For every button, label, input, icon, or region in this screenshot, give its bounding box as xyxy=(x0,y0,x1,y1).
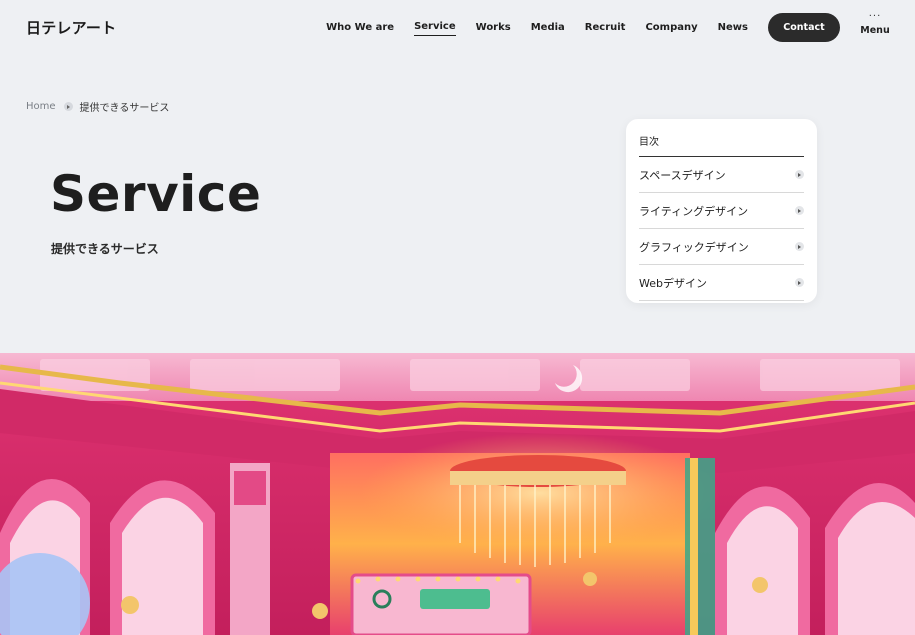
menu-button[interactable]: ··· Menu xyxy=(860,11,890,37)
chevron-right-icon xyxy=(795,170,804,179)
nav-media[interactable]: Media xyxy=(531,22,565,36)
chevron-right-icon xyxy=(795,242,804,251)
page-subtitle: 提供できるサービス xyxy=(51,242,159,256)
nav-service[interactable]: Service xyxy=(414,21,456,36)
nav-recruit[interactable]: Recruit xyxy=(585,22,626,36)
more-dots-icon: ··· xyxy=(868,11,882,22)
nav-who-we-are[interactable]: Who We are xyxy=(326,22,394,36)
hero-image-studio-set xyxy=(0,353,915,635)
chevron-right-icon xyxy=(63,102,73,111)
toc-item-label: Webデザイン xyxy=(639,276,707,290)
menu-label: Menu xyxy=(860,25,890,36)
breadcrumb-current: 提供できるサービス xyxy=(79,103,170,114)
table-of-contents: 目次 スペースデザイン ライティングデザイン グラフィックデザイン Webデザイ… xyxy=(626,119,817,303)
breadcrumb-home[interactable]: Home xyxy=(26,101,56,112)
chevron-right-icon xyxy=(795,278,804,287)
toc-item-label: ライティングデザイン xyxy=(639,204,749,218)
toc-item-graphic-design[interactable]: グラフィックデザイン xyxy=(639,229,804,265)
contact-button[interactable]: Contact xyxy=(768,13,840,42)
toc-item-web-design[interactable]: Webデザイン xyxy=(639,265,804,301)
nav-company[interactable]: Company xyxy=(645,22,697,36)
toc-item-label: スペースデザイン xyxy=(639,168,726,182)
chevron-right-icon xyxy=(795,206,804,215)
page-title: Service xyxy=(50,165,262,223)
toc-item-space-design[interactable]: スペースデザイン xyxy=(639,157,804,193)
nav-works[interactable]: Works xyxy=(476,22,511,36)
site-header: 日テレアート Who We are Service Works Media Re… xyxy=(0,0,915,56)
studio-set-illustration xyxy=(0,353,915,635)
main-nav: Who We are Service Works Media Recruit C… xyxy=(306,21,748,36)
site-logo[interactable]: 日テレアート xyxy=(26,17,116,38)
toc-title: 目次 xyxy=(639,133,804,157)
toc-item-lighting-design[interactable]: ライティングデザイン xyxy=(639,193,804,229)
toc-item-label: グラフィックデザイン xyxy=(639,240,749,254)
breadcrumb: Home 提供できるサービス xyxy=(26,99,169,114)
nav-news[interactable]: News xyxy=(718,22,748,36)
